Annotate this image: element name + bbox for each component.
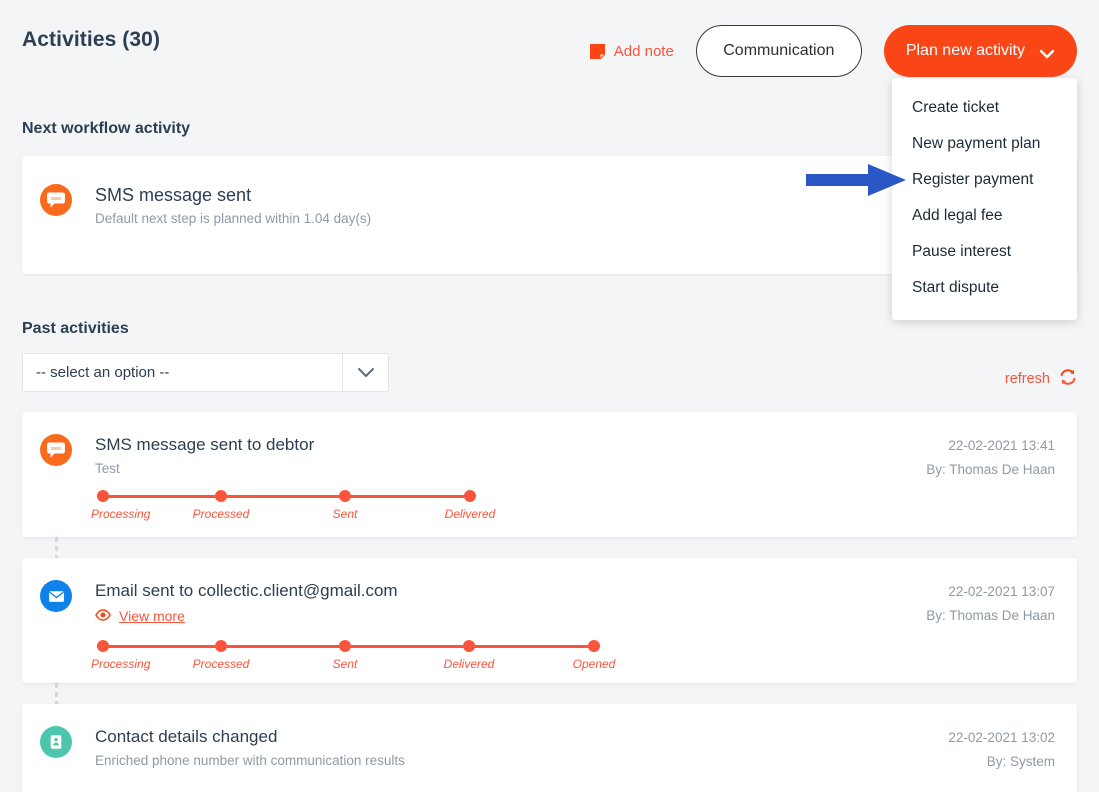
step-opened: Opened xyxy=(573,640,615,671)
activity-title: Contact details changed xyxy=(95,727,278,746)
step-processed: Processed xyxy=(193,640,249,671)
activity-card-contact: Contact details changed Enriched phone n… xyxy=(22,704,1077,792)
activity-timestamp: 22-02-2021 13:41 xyxy=(948,438,1055,453)
blue-right-arrow-icon xyxy=(806,164,906,201)
step-dot xyxy=(215,490,227,502)
past-activities-section-title: Past activities xyxy=(22,320,129,337)
step-track xyxy=(97,495,470,498)
select-value: -- select an option -- xyxy=(36,364,170,381)
eye-icon xyxy=(95,608,111,624)
next-workflow-section-title: Next workflow activity xyxy=(22,120,191,137)
step-label: Delivered xyxy=(443,657,495,671)
step-processing: Processing xyxy=(91,490,150,521)
contact-card-icon xyxy=(40,726,72,758)
step-label: Processing xyxy=(91,507,151,521)
step-delivered: Delivered xyxy=(444,640,494,671)
activity-meta: 22-02-2021 13:02 By: System xyxy=(948,726,1055,774)
step-dot xyxy=(97,490,109,502)
activity-meta: 22-02-2021 13:07 By: Thomas De Haan xyxy=(926,580,1055,628)
step-label: Sent xyxy=(332,507,358,521)
step-dot xyxy=(97,640,109,652)
step-processed: Processed xyxy=(193,490,249,521)
plan-new-activity-label: Plan new activity xyxy=(905,42,1025,59)
activity-subtitle: Enriched phone number with communication… xyxy=(95,753,405,768)
activity-subtitle: Test xyxy=(95,461,120,476)
add-note-label: Add note xyxy=(613,42,674,60)
step-label: Sent xyxy=(332,657,358,671)
envelope-icon xyxy=(40,580,72,612)
activity-title: Email sent to collectic.client@gmail.com xyxy=(95,581,398,600)
step-label: Delivered xyxy=(444,507,496,521)
activity-title: SMS message sent to debtor xyxy=(95,435,315,454)
svg-text:SMS: SMS xyxy=(51,196,61,202)
menu-item-pause-interest[interactable]: Pause interest xyxy=(892,234,1077,270)
svg-text:SMS: SMS xyxy=(51,446,61,452)
menu-item-start-dispute[interactable]: Start dispute xyxy=(892,270,1077,306)
chevron-down-icon[interactable] xyxy=(342,354,388,391)
status-steps: Processing Processed Sent Delivered xyxy=(91,640,926,678)
menu-item-register-payment[interactable]: Register payment xyxy=(892,162,1077,198)
status-steps: Processing Processed Sent Delivered xyxy=(91,490,926,528)
view-more-label: View more xyxy=(119,608,185,624)
menu-item-create-ticket[interactable]: Create ticket xyxy=(892,90,1077,126)
activity-card-email: Email sent to collectic.client@gmail.com… xyxy=(22,558,1077,683)
menu-item-add-legal-fee[interactable]: Add legal fee xyxy=(892,198,1077,234)
plan-new-activity-menu: Create ticket New payment plan Register … xyxy=(892,78,1077,320)
refresh-button[interactable]: refresh xyxy=(1005,368,1077,390)
communication-button[interactable]: Communication xyxy=(695,25,862,77)
step-dot xyxy=(464,490,476,502)
step-dot xyxy=(215,640,227,652)
step-sent: Sent xyxy=(333,640,357,671)
activity-timestamp: 22-02-2021 13:02 xyxy=(948,730,1055,745)
next-workflow-title: SMS message sent xyxy=(95,185,252,205)
sms-bubble-icon: SMS xyxy=(40,184,72,216)
communication-label: Communication xyxy=(723,42,835,59)
step-label: Processed xyxy=(192,507,250,521)
add-note-button[interactable]: Add note xyxy=(589,42,674,60)
activity-meta: 22-02-2021 13:41 By: Thomas De Haan xyxy=(926,434,1055,482)
step-dot xyxy=(339,640,351,652)
next-workflow-subtitle: Default next step is planned within 1.04… xyxy=(95,211,372,226)
menu-item-new-payment-plan[interactable]: New payment plan xyxy=(892,126,1077,162)
activity-author: By: Thomas De Haan xyxy=(926,462,1055,477)
page-title: Activities (30) xyxy=(22,28,161,51)
activity-timestamp: 22-02-2021 13:07 xyxy=(948,584,1055,599)
note-icon xyxy=(589,43,606,60)
step-sent: Sent xyxy=(333,490,357,521)
past-activities-filter-select[interactable]: -- select an option -- xyxy=(22,353,389,392)
refresh-icon xyxy=(1059,368,1077,390)
step-label: Processed xyxy=(192,657,250,671)
activity-card-sms: SMS SMS message sent to debtor Test Proc… xyxy=(22,412,1077,537)
activities-page: Activities (30) Add note Communication P… xyxy=(0,0,1099,792)
activity-author: By: System xyxy=(986,754,1055,769)
step-label: Opened xyxy=(572,657,616,671)
activity-author: By: Thomas De Haan xyxy=(926,608,1055,623)
step-dot xyxy=(588,640,600,652)
step-processing: Processing xyxy=(91,640,150,671)
step-dot xyxy=(339,490,351,502)
step-label: Processing xyxy=(91,657,151,671)
sms-bubble-icon: SMS xyxy=(40,434,72,466)
chevron-down-icon xyxy=(1039,46,1055,59)
step-delivered: Delivered xyxy=(445,490,495,521)
plan-new-activity-button[interactable]: Plan new activity xyxy=(883,25,1077,77)
header-actions: Add note Communication Plan new activity xyxy=(589,25,1077,77)
view-more-link[interactable]: View more xyxy=(95,608,185,624)
refresh-label: refresh xyxy=(1004,371,1050,387)
step-dot xyxy=(463,640,475,652)
